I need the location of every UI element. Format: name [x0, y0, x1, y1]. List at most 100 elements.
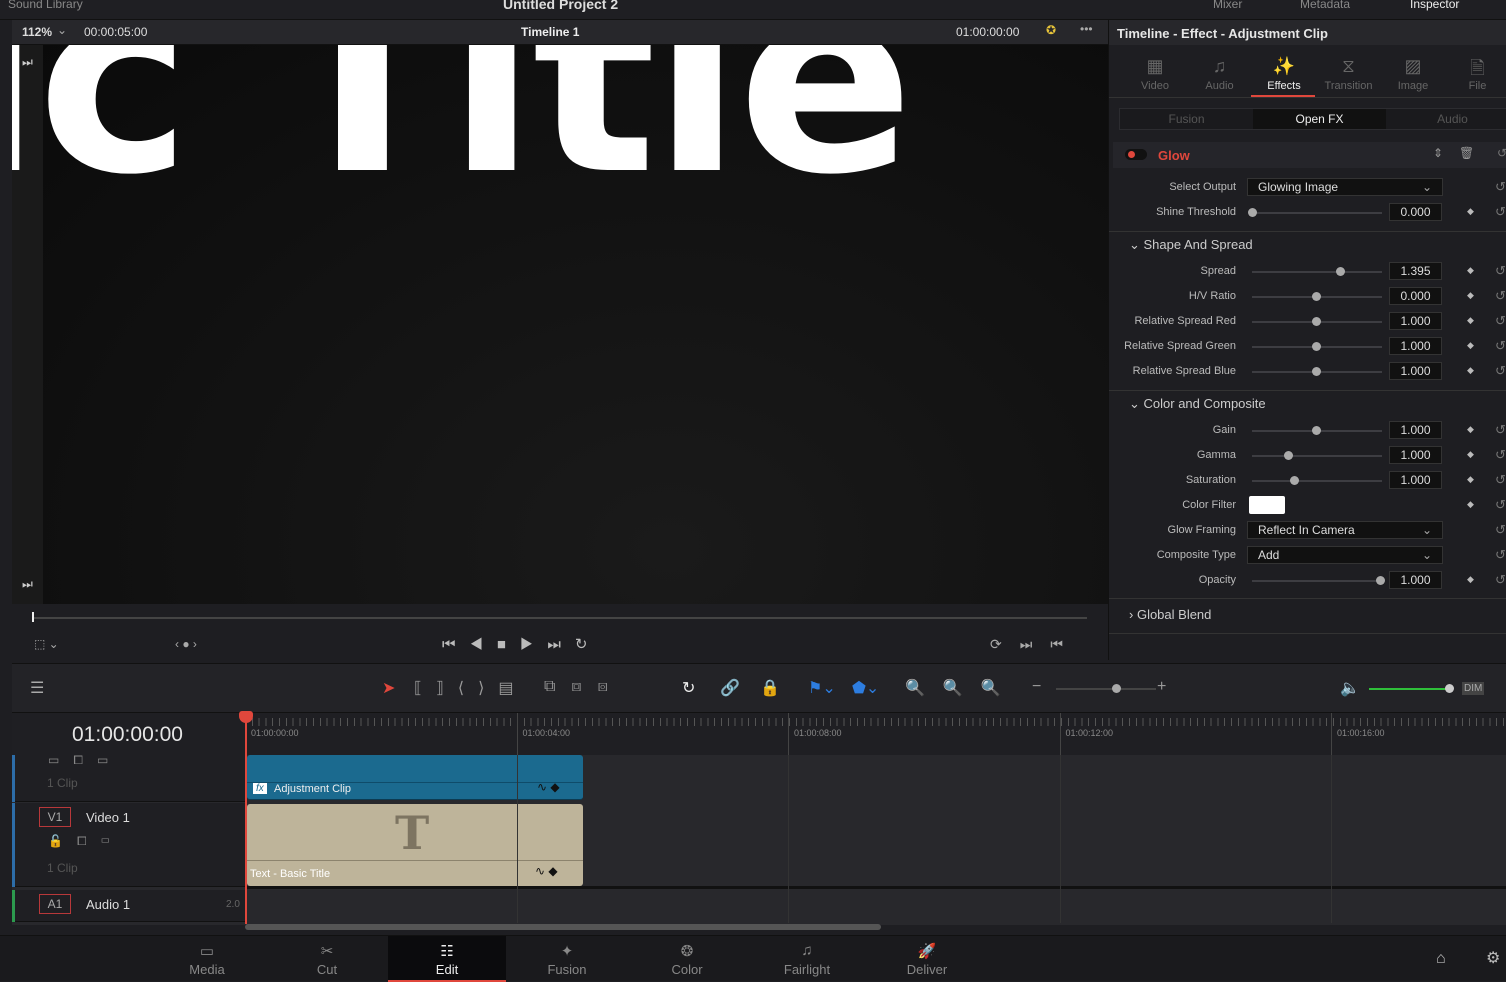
nav-color[interactable]: ❂Color: [628, 936, 746, 982]
slider-knob[interactable]: [1248, 208, 1257, 217]
scrubber-handle[interactable]: [32, 612, 34, 622]
reset-icon[interactable]: ↺: [1495, 497, 1506, 513]
nav-fusion[interactable]: ✦Fusion: [508, 936, 626, 982]
link-icon[interactable]: 🔗: [720, 678, 740, 698]
timeline-selector[interactable]: Timeline 1: [521, 25, 579, 39]
timeline-view-options-icon[interactable]: ☰: [30, 678, 44, 698]
edit-tools[interactable]: ⟦⟧⟨⟩▤: [414, 678, 527, 698]
keyframe-icon[interactable]: ◆: [1467, 449, 1474, 460]
last-frame-icon[interactable]: ⏭: [22, 577, 33, 592]
slider-knob[interactable]: [1312, 426, 1321, 435]
trash-icon[interactable]: 🗑: [1459, 146, 1474, 160]
zoom-mode-icons[interactable]: 🔍🔍🔍: [905, 678, 1019, 698]
nav-fairlight[interactable]: ♫Fairlight: [748, 936, 866, 982]
dim-button[interactable]: DIM: [1462, 682, 1484, 695]
effect-header[interactable]: Glow ⇕ 🗑 ↺: [1113, 142, 1506, 168]
text-clip[interactable]: T Text - Basic Title ∿ ◆: [247, 804, 583, 886]
reset-icon[interactable]: ↺: [1495, 363, 1506, 379]
reset-icon[interactable]: ↺: [1495, 179, 1506, 195]
reset-icon[interactable]: ↺: [1495, 547, 1506, 563]
inspector-button[interactable]: Inspector: [1410, 0, 1459, 11]
color-swatch[interactable]: [1249, 496, 1285, 514]
tab-file[interactable]: 🗎File: [1446, 56, 1506, 92]
param-slider[interactable]: [1252, 296, 1382, 298]
effect-toggle[interactable]: [1125, 149, 1147, 160]
param-value[interactable]: 0.000: [1389, 203, 1442, 221]
playhead[interactable]: [245, 714, 247, 924]
global-blend-section[interactable]: › Global Blend: [1129, 607, 1211, 622]
marker-icon[interactable]: ⬟⌄: [852, 678, 879, 698]
subtab-openfx[interactable]: Open FX: [1253, 109, 1386, 129]
more-options-icon[interactable]: •••: [1080, 22, 1093, 36]
lock-icon[interactable]: 🔒: [760, 678, 780, 698]
curve-keyframe-icon[interactable]: ∿ ◆: [535, 864, 558, 878]
reorder-icon[interactable]: ⇕: [1433, 146, 1443, 160]
section-0[interactable]: ⌄ Shape And Spread: [1129, 237, 1253, 253]
keyframe-icon[interactable]: ◆: [1467, 206, 1474, 217]
param-slider[interactable]: [1252, 212, 1382, 214]
nav-media[interactable]: ▭Media: [148, 936, 266, 982]
reset-icon[interactable]: ↺: [1495, 204, 1506, 220]
color-wheel-icon[interactable]: ✪: [1046, 23, 1056, 37]
param-value[interactable]: 1.000: [1389, 446, 1442, 464]
slider-knob[interactable]: [1376, 576, 1385, 585]
curve-keyframe-icon[interactable]: ∿ ◆: [537, 780, 560, 794]
track-id-a1[interactable]: A1: [39, 894, 71, 914]
horizontal-scrollbar[interactable]: [245, 924, 881, 930]
reset-icon[interactable]: ↺: [1495, 338, 1506, 354]
slider-knob[interactable]: [1312, 342, 1321, 351]
tab-audio[interactable]: ♫Audio: [1188, 56, 1252, 92]
first-frame-icon[interactable]: ⏭: [22, 55, 33, 70]
gear-icon[interactable]: ⚙: [1486, 948, 1500, 968]
tab-effects[interactable]: ✨Effects: [1252, 56, 1316, 92]
param-dropdown[interactable]: Glowing Image⌄: [1247, 178, 1443, 196]
keyframe-icon[interactable]: ◆: [1467, 424, 1474, 435]
keyframe-icon[interactable]: ◆: [1467, 290, 1474, 301]
param-dropdown[interactable]: Add⌄: [1247, 546, 1443, 564]
track-id-v1[interactable]: V1: [39, 807, 71, 827]
param-slider[interactable]: [1252, 580, 1382, 582]
reset-icon[interactable]: ↺: [1497, 146, 1506, 160]
slider-knob[interactable]: [1284, 451, 1293, 460]
keyframe-icon[interactable]: ◆: [1467, 574, 1474, 585]
param-slider[interactable]: [1252, 321, 1382, 323]
track-controls[interactable]: ▭⧠▭: [48, 753, 122, 768]
param-slider[interactable]: [1252, 271, 1382, 273]
nav-cut[interactable]: ✂Cut: [268, 936, 386, 982]
param-value[interactable]: 1.000: [1389, 471, 1442, 489]
param-slider[interactable]: [1252, 455, 1382, 457]
param-value[interactable]: 1.000: [1389, 421, 1442, 439]
snapping-icon[interactable]: ↻: [682, 678, 695, 698]
param-value[interactable]: 1.000: [1389, 312, 1442, 330]
timeline-ruler[interactable]: 01:00:00:0001:00:04:0001:00:08:0001:00:1…: [245, 713, 1506, 755]
home-icon[interactable]: ⌂: [1436, 950, 1446, 968]
reset-icon[interactable]: ↺: [1495, 313, 1506, 329]
param-value[interactable]: 1.395: [1389, 262, 1442, 280]
reset-icon[interactable]: ↺: [1495, 472, 1506, 488]
zoom-slider[interactable]: [1056, 688, 1156, 690]
param-value[interactable]: 1.000: [1389, 337, 1442, 355]
metadata-button[interactable]: Metadata: [1300, 0, 1350, 11]
tab-transition[interactable]: ⧖Transition: [1317, 56, 1381, 92]
param-slider[interactable]: [1252, 346, 1382, 348]
zoom-dropdown[interactable]: 112%: [22, 25, 52, 39]
adjustment-clip[interactable]: fx Adjustment Clip ∿ ◆: [247, 755, 583, 800]
volume-slider[interactable]: [1369, 688, 1449, 690]
param-dropdown[interactable]: Reflect In Camera⌄: [1247, 521, 1443, 539]
zoom-in-icon[interactable]: +: [1157, 678, 1166, 696]
subtab-audio[interactable]: Audio: [1386, 109, 1506, 129]
keyframe-icon[interactable]: ◆: [1467, 340, 1474, 351]
keyframe-icon[interactable]: ◆: [1467, 474, 1474, 485]
subtab-fusion[interactable]: Fusion: [1120, 109, 1253, 129]
reset-icon[interactable]: ↺: [1495, 288, 1506, 304]
reset-icon[interactable]: ↺: [1495, 572, 1506, 588]
param-value[interactable]: 1.000: [1389, 571, 1442, 589]
flag-icon[interactable]: ⚑⌄: [808, 678, 836, 698]
mixer-button[interactable]: Mixer: [1213, 0, 1242, 11]
slider-knob[interactable]: [1312, 367, 1321, 376]
nav-deliver[interactable]: 🚀Deliver: [868, 936, 986, 982]
keyframe-icon[interactable]: ◆: [1467, 365, 1474, 376]
scrubber-bar[interactable]: [32, 617, 1087, 619]
nav-edit[interactable]: ☷Edit: [388, 936, 506, 982]
slider-knob[interactable]: [1312, 292, 1321, 301]
